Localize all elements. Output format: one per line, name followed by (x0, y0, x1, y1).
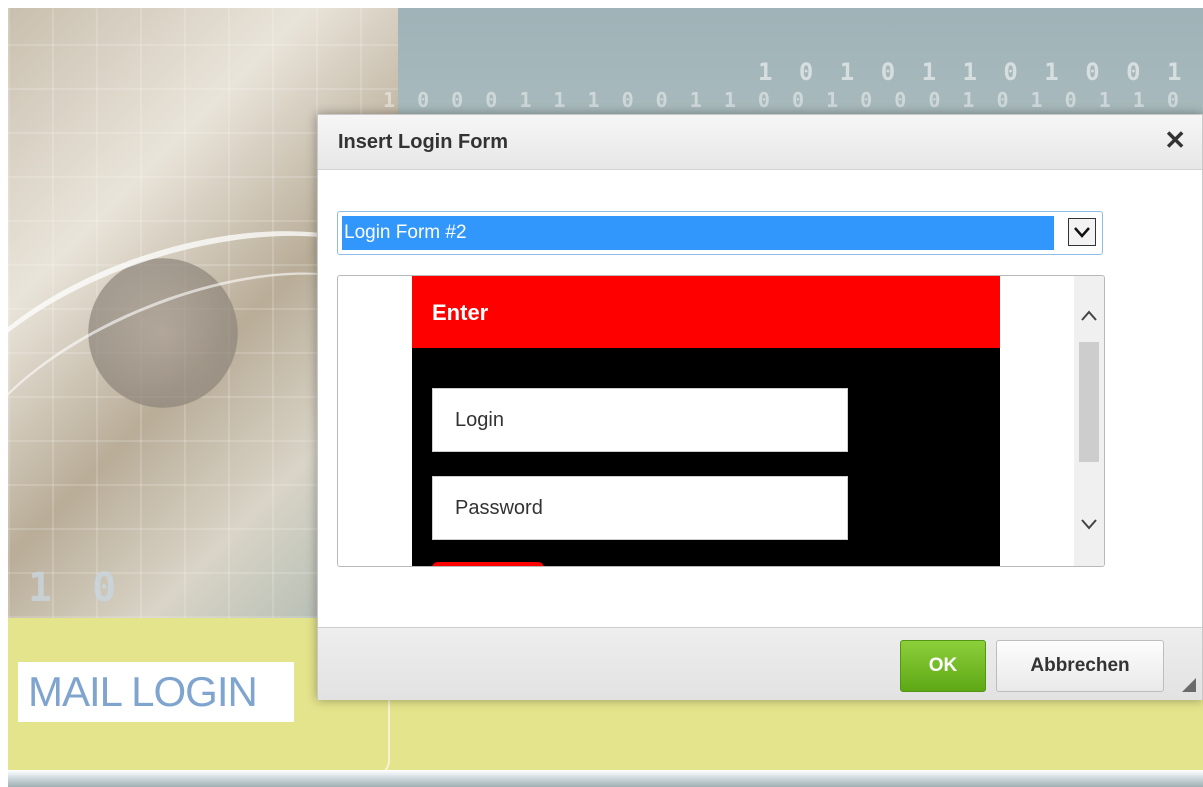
preview-login-placeholder: Login (455, 409, 504, 431)
preview-scrollbar[interactable] (1074, 276, 1104, 566)
select-selected-value: Login Form #2 (342, 216, 1054, 250)
login-form-select[interactable]: Login Form #2 (337, 211, 1103, 255)
resize-grip-icon[interactable] (1182, 678, 1196, 692)
bottom-stripe (8, 770, 1203, 787)
scrollbar-thumb[interactable] (1079, 342, 1099, 462)
dialog-titlebar[interactable]: Insert Login Form ✕ (318, 115, 1202, 170)
ok-button[interactable]: OK (900, 640, 986, 692)
insert-login-form-dialog: Insert Login Form ✕ Login Form #2 Enter … (317, 114, 1203, 700)
close-icon[interactable]: ✕ (1164, 125, 1186, 155)
preview-submit-button (432, 562, 544, 566)
chevron-up-icon[interactable] (1074, 296, 1104, 334)
cancel-button[interactable]: Abbrechen (996, 640, 1164, 692)
chevron-down-icon[interactable] (1068, 218, 1096, 246)
preview-login-field: Login (432, 388, 848, 452)
chevron-down-icon[interactable] (1074, 506, 1104, 544)
dialog-footer: OK Abbrechen (318, 627, 1202, 700)
preview-password-placeholder: Password (455, 497, 543, 519)
dialog-title: Insert Login Form (338, 131, 508, 153)
preview-form-header-label: Enter (432, 300, 489, 325)
form-preview: Enter Login Password (337, 275, 1105, 567)
binary-text: 1 0 (28, 565, 125, 611)
preview-form-header: Enter (412, 276, 1000, 348)
binary-text: 1 0 1 0 1 1 0 1 0 0 1 1 1 0 0 1 1 0 0 (758, 58, 1203, 86)
mail-login-logo: MAIL LOGIN (18, 662, 294, 722)
preview-form-card: Enter Login Password (412, 276, 1000, 566)
preview-password-field: Password (432, 476, 848, 540)
binary-text: 1 0 0 0 1 1 1 0 0 1 1 0 0 1 0 0 0 1 0 1 … (383, 88, 1203, 112)
